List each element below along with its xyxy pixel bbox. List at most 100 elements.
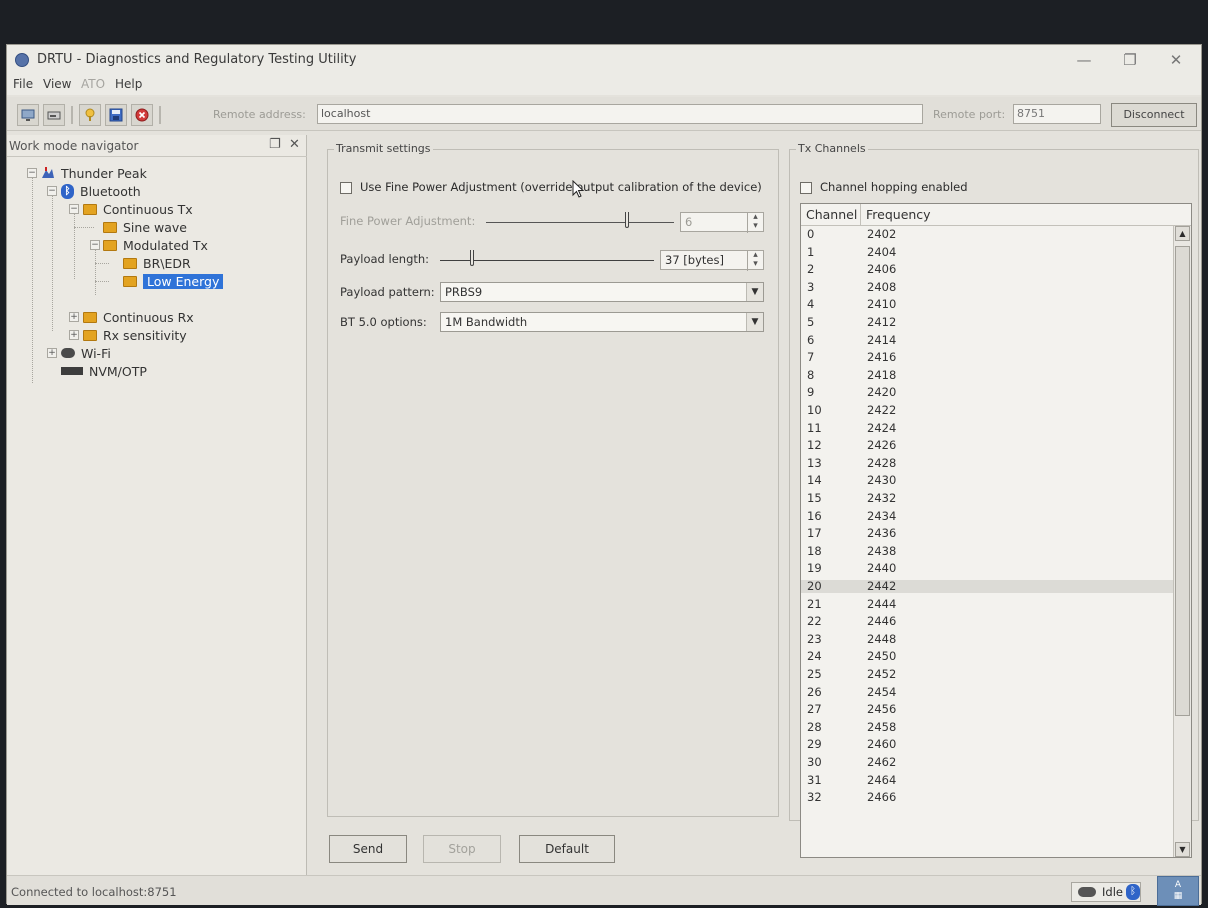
channel-row[interactable]: 9 2420 (801, 386, 1173, 399)
stop-button[interactable] (131, 104, 153, 126)
close-button[interactable]: ✕ (1157, 49, 1195, 71)
channel-hopping-row[interactable]: Channel hopping enabled (800, 180, 968, 194)
scroll-thumb[interactable] (1175, 246, 1190, 716)
channel-row[interactable]: 17 2436 (801, 527, 1173, 540)
disconnect-button[interactable]: Disconnect (1111, 103, 1197, 127)
channel-row[interactable]: 25 2452 (801, 668, 1173, 681)
save-button[interactable] (105, 104, 127, 126)
fine-power-checkbox-row[interactable]: Use Fine Power Adjustment (override outp… (340, 180, 762, 194)
bt50-options-value: 1M Bandwidth (445, 315, 528, 329)
send-button[interactable]: Send (329, 835, 407, 863)
fine-power-slider-thumb[interactable] (625, 212, 629, 228)
tree-connector (32, 173, 33, 383)
tree-item-thunder-peak[interactable]: Thunder Peak (41, 164, 147, 182)
remote-address-input[interactable]: localhost (317, 104, 923, 124)
menu-file[interactable]: File (13, 77, 33, 91)
tree-expander[interactable]: + (69, 330, 79, 340)
channel-hopping-checkbox[interactable] (800, 181, 812, 194)
scroll-up-icon[interactable]: ▲ (1175, 226, 1190, 241)
channel-row[interactable]: 26 2454 (801, 685, 1173, 699)
channel-number: 5 (807, 315, 815, 329)
menu-view[interactable]: View (43, 77, 71, 91)
channel-row[interactable]: 7 2416 (801, 351, 1173, 364)
channel-row[interactable]: 14 2430 (801, 474, 1173, 487)
channel-row[interactable]: 28 2458 (801, 720, 1173, 734)
tree-expander[interactable]: − (27, 168, 37, 178)
spin-arrows-icon[interactable]: ▴ ▾ (747, 251, 763, 271)
channel-row[interactable]: 2 2406 (801, 263, 1173, 276)
channel-row[interactable]: 10 2422 (801, 404, 1173, 417)
monitor-button[interactable] (17, 104, 39, 126)
channel-row[interactable]: 27 2456 (801, 703, 1173, 716)
channel-list[interactable]: Channel Frequency 0 2402 1 2404 2 2406 3 2408 4 2… (800, 203, 1192, 858)
restore-button[interactable]: ❐ (1111, 49, 1149, 71)
channel-row[interactable]: 3 2408 (801, 280, 1173, 294)
menu-ato[interactable]: ATO (81, 77, 105, 91)
tree-item-low-energy[interactable]: Low Energy (123, 272, 224, 290)
channel-row[interactable]: 8 2418 (801, 368, 1173, 382)
channel-row[interactable]: 19 2440 (801, 562, 1173, 575)
channel-row[interactable]: 20 2442 (801, 580, 1173, 593)
channel-row[interactable]: 15 2432 (801, 492, 1173, 505)
chevron-down-icon[interactable]: ▼ (746, 313, 763, 331)
channel-row[interactable]: 22 2446 (801, 615, 1173, 628)
tree-item-wifi[interactable]: Wi-Fi (61, 344, 111, 362)
tree-item-sine-wave[interactable]: Sine wave (103, 218, 187, 236)
tree-item-br-edr[interactable]: BR\EDR (123, 254, 191, 272)
fine-power-slider[interactable] (486, 222, 674, 223)
payload-length-slider-thumb[interactable] (470, 250, 475, 266)
float-panel-icon[interactable]: ❐ (269, 137, 281, 152)
channel-row[interactable]: 23 2448 (801, 631, 1173, 646)
payload-length-spinbox[interactable]: 37 [bytes] ▴ ▾ (660, 250, 764, 271)
channel-list-scrollbar[interactable]: ▲ ▼ (1173, 226, 1191, 857)
tree-item-modulated-tx[interactable]: Modulated Tx (103, 236, 208, 254)
default-button[interactable]: Default (519, 835, 615, 863)
scroll-down-icon[interactable]: ▼ (1175, 842, 1190, 857)
tree-expander[interactable]: + (69, 312, 79, 322)
channel-row[interactable]: 21 2444 (801, 597, 1173, 611)
channel-row[interactable]: 29 2460 (801, 738, 1173, 751)
tree-item-continuous-tx[interactable]: Continuous Tx (83, 200, 193, 218)
tree-expander[interactable]: − (69, 204, 79, 214)
channel-row[interactable]: 6 2414 (801, 333, 1173, 347)
channel-row[interactable]: 11 2424 (801, 421, 1173, 435)
channel-row[interactable]: 30 2462 (801, 756, 1173, 769)
minimize-button[interactable]: — (1065, 49, 1103, 71)
spin-arrows-icon[interactable]: ▴ ▾ (747, 213, 763, 233)
channel-row[interactable]: 12 2426 (801, 439, 1173, 452)
tree-item-rx-sensitivity[interactable]: Rx sensitivity (83, 326, 187, 344)
bt50-options-select[interactable]: 1M Bandwidth ▼ (440, 312, 764, 332)
column-header-channel[interactable]: Channel (801, 204, 861, 226)
channel-frequency: 2448 (867, 631, 897, 646)
channel-row[interactable]: 16 2434 (801, 509, 1173, 523)
column-header-frequency[interactable]: Frequency (861, 204, 1173, 226)
stop-button-action[interactable]: Stop (423, 835, 501, 863)
tree-item-continuous-rx[interactable]: Continuous Rx (83, 308, 194, 326)
channel-row[interactable]: 24 2450 (801, 650, 1173, 663)
menu-help[interactable]: Help (115, 77, 142, 91)
channel-row[interactable]: 13 2428 (801, 456, 1173, 470)
channel-row[interactable]: 4 2410 (801, 298, 1173, 311)
tree-item-nvm-otp[interactable]: NVM/OTP (61, 362, 147, 380)
tree-item-bluetooth[interactable]: ᛒ Bluetooth (61, 182, 141, 200)
channel-row[interactable]: 18 2438 (801, 544, 1173, 558)
close-panel-icon[interactable]: ✕ (289, 137, 300, 152)
channel-row[interactable]: 1 2404 (801, 245, 1173, 259)
pin-button[interactable] (79, 104, 101, 126)
folder-icon (83, 329, 97, 341)
channel-frequency: 2402 (867, 227, 897, 241)
chevron-down-icon[interactable]: ▼ (746, 283, 763, 301)
fine-power-checkbox[interactable] (340, 181, 352, 194)
payload-pattern-select[interactable]: PRBS9 ▼ (440, 282, 764, 302)
channel-row[interactable]: 0 2402 (801, 228, 1173, 241)
tree-expander[interactable]: + (47, 348, 57, 358)
drive-button[interactable] (43, 104, 65, 126)
fine-power-spinbox[interactable]: 6 ▴ ▾ (680, 212, 764, 233)
channel-row[interactable]: 32 2466 (801, 791, 1173, 804)
channel-row[interactable]: 5 2412 (801, 316, 1173, 329)
tree-expander[interactable]: − (47, 186, 57, 196)
keyboard-language-icon[interactable]: A ▦ (1157, 876, 1199, 906)
remote-port-input[interactable]: 8751 (1013, 104, 1101, 124)
tree-expander[interactable]: − (90, 240, 100, 250)
channel-row[interactable]: 31 2464 (801, 773, 1173, 787)
